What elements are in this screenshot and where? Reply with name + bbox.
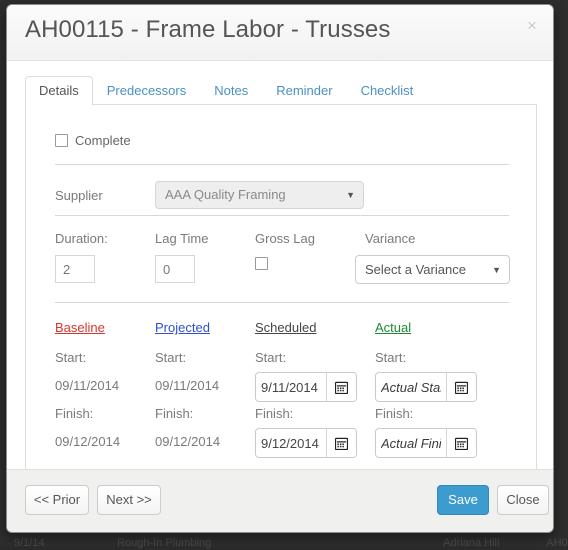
calendar-icon[interactable] xyxy=(326,429,356,457)
scheduled-start-date-group xyxy=(255,372,357,402)
separator xyxy=(55,164,509,165)
backdrop-row: 9/1/14 Rough-In Plumbing Adriana Hill AH… xyxy=(0,536,568,550)
complete-field: Complete xyxy=(55,132,131,150)
tab-reminder[interactable]: Reminder xyxy=(262,76,346,106)
baseline-finish-value: 09/12/2014 xyxy=(55,434,120,449)
close-button[interactable]: Close xyxy=(497,485,549,515)
variance-label: Variance xyxy=(365,231,415,246)
task-detail-modal: AH00115 - Frame Labor - Trusses × Detail… xyxy=(6,4,554,533)
tab-details[interactable]: Details xyxy=(25,76,93,106)
separator xyxy=(55,302,509,303)
variance-select[interactable]: Select a Variance ▼ xyxy=(355,255,510,284)
calendar-icon[interactable] xyxy=(446,373,476,401)
projected-finish-value: 09/12/2014 xyxy=(155,434,220,449)
lag-time-input[interactable] xyxy=(155,255,195,283)
projected-start-value: 09/11/2014 xyxy=(155,378,219,393)
supplier-select[interactable]: AAA Quality Framing ▼ xyxy=(155,181,364,209)
scheduled-finish-date-group xyxy=(255,428,357,458)
prior-button[interactable]: << Prior xyxy=(25,485,89,515)
lag-time-label: Lag Time xyxy=(155,231,208,246)
baseline-start-label: Start: xyxy=(55,350,86,365)
projected-finish-label: Finish: xyxy=(155,406,193,421)
chevron-down-icon: ▼ xyxy=(492,256,501,284)
calendar-icon[interactable] xyxy=(446,429,476,457)
complete-checkbox[interactable] xyxy=(55,134,68,147)
column-heading-baseline[interactable]: Baseline xyxy=(55,320,105,335)
backdrop-cell: Rough-In Plumbing xyxy=(117,536,297,550)
gross-lag-checkbox[interactable] xyxy=(255,257,268,270)
scheduled-start-input[interactable] xyxy=(256,373,326,401)
column-heading-actual[interactable]: Actual xyxy=(375,320,411,335)
chevron-down-icon: ▼ xyxy=(346,182,355,209)
save-button[interactable]: Save xyxy=(437,485,489,515)
backdrop-cell: 9/1/14 xyxy=(0,536,114,550)
modal-header: AH00115 - Frame Labor - Trusses × xyxy=(7,5,553,61)
calendar-icon[interactable] xyxy=(326,373,356,401)
complete-label: Complete xyxy=(75,133,131,148)
baseline-finish-label: Finish: xyxy=(55,406,93,421)
tab-bar: Details Predecessors Notes Reminder Chec… xyxy=(25,76,553,106)
actual-start-input[interactable] xyxy=(376,373,446,401)
details-panel: Complete Supplier AAA Quality Framing ▼ … xyxy=(25,104,537,470)
projected-start-label: Start: xyxy=(155,350,186,365)
actual-finish-date-group xyxy=(375,428,477,458)
tab-notes[interactable]: Notes xyxy=(200,76,262,106)
close-icon[interactable]: × xyxy=(522,16,542,36)
variance-value: Select a Variance xyxy=(365,262,466,277)
duration-input[interactable] xyxy=(55,255,95,283)
scheduled-start-label: Start: xyxy=(255,350,286,365)
page-title: AH00115 - Frame Labor - Trusses xyxy=(25,16,390,44)
supplier-label: Supplier xyxy=(55,188,103,203)
modal-footer: << Prior Next >> Save Close xyxy=(7,469,553,532)
backdrop-cell: AH00115 xyxy=(546,536,568,550)
duration-label: Duration: xyxy=(55,231,108,246)
actual-start-label: Start: xyxy=(375,350,406,365)
scheduled-finish-label: Finish: xyxy=(255,406,293,421)
tab-checklist[interactable]: Checklist xyxy=(347,76,428,106)
column-heading-scheduled[interactable]: Scheduled xyxy=(255,320,316,335)
baseline-start-value: 09/11/2014 xyxy=(55,378,119,393)
next-button[interactable]: Next >> xyxy=(97,485,161,515)
supplier-value: AAA Quality Framing xyxy=(165,187,286,202)
backdrop-cell: Adriana Hill xyxy=(443,536,543,550)
actual-start-date-group xyxy=(375,372,477,402)
gross-lag-label: Gross Lag xyxy=(255,231,315,246)
tab-predecessors[interactable]: Predecessors xyxy=(93,76,200,106)
separator xyxy=(55,215,509,216)
actual-finish-input[interactable] xyxy=(376,429,446,457)
actual-finish-label: Finish: xyxy=(375,406,413,421)
scheduled-finish-input[interactable] xyxy=(256,429,326,457)
column-heading-projected[interactable]: Projected xyxy=(155,320,210,335)
